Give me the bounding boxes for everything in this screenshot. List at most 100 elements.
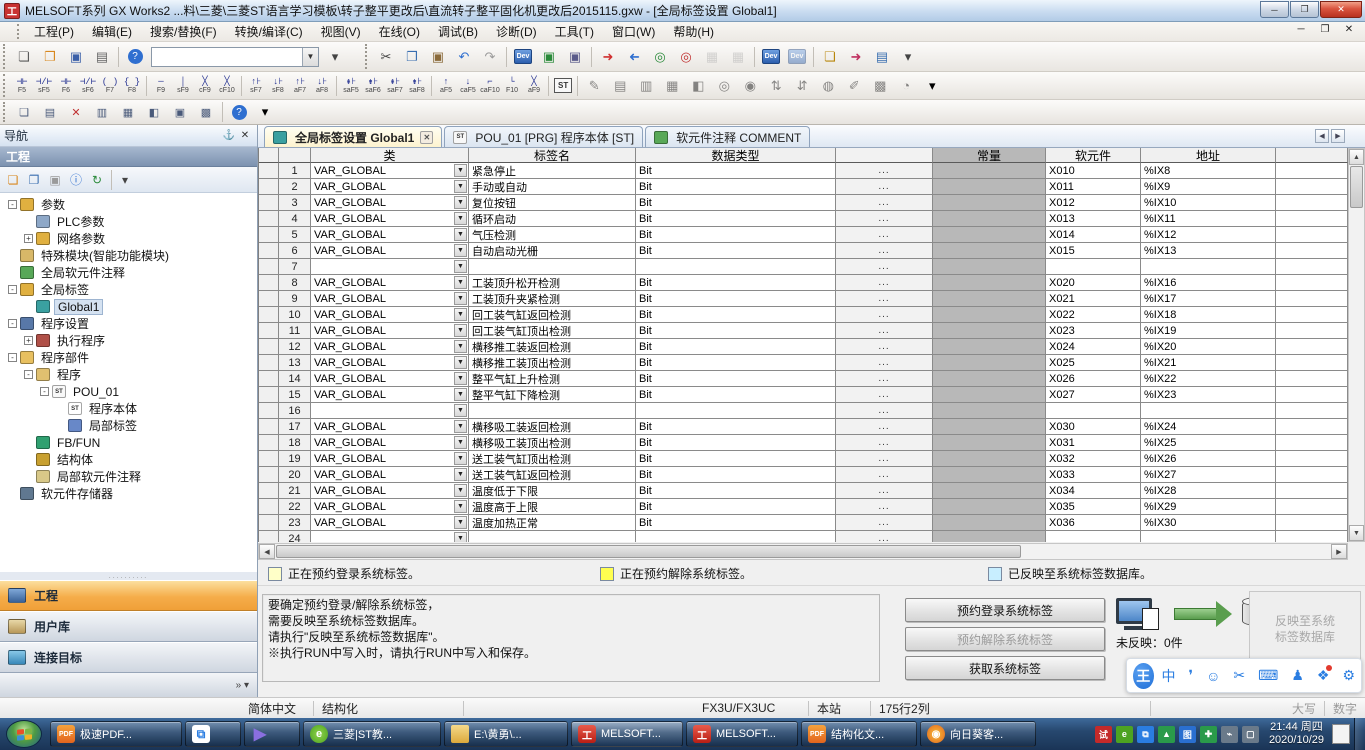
nav-button-userlib[interactable]: 用户库 — [0, 611, 257, 642]
window-tool-8-icon[interactable]: ▩ — [194, 100, 218, 124]
paste-icon[interactable]: ▣ — [426, 45, 450, 69]
copy-icon[interactable]: ❐ — [400, 45, 424, 69]
mdi-minimize-button[interactable]: ─ — [1293, 24, 1309, 35]
class-dropdown-icon[interactable]: ▼ — [454, 500, 467, 513]
cell-data-type[interactable]: Bit — [636, 483, 836, 499]
help-icon[interactable]: ? — [123, 45, 147, 69]
tab-scroll-left-icon[interactable]: ◀ — [1315, 129, 1329, 143]
cell-class[interactable]: VAR_GLOBAL▼ — [311, 435, 469, 451]
tab-scroll-right-icon[interactable]: ▶ — [1331, 129, 1345, 143]
cell-label-name[interactable] — [469, 403, 636, 419]
cell-address[interactable]: %IX9 — [1141, 179, 1276, 195]
paste-data-icon[interactable]: ▣ — [45, 170, 65, 190]
cell-data-type[interactable] — [636, 259, 836, 275]
cell-data-type[interactable]: Bit — [636, 179, 836, 195]
cell-device[interactable]: X010 — [1046, 163, 1141, 179]
cell-address[interactable]: %IX10 — [1141, 195, 1276, 211]
toolbar-overflow-icon[interactable]: ▾ — [253, 100, 277, 124]
window-tool-6-icon[interactable]: ◧ — [142, 100, 166, 124]
taskbar-button-MELSOFT[interactable]: 工MELSOFT... — [571, 721, 683, 747]
tree-expander-icon[interactable]: + — [24, 234, 33, 243]
menu-item-o[interactable]: 在线(O) — [370, 21, 429, 42]
cell-label-name[interactable]: 送工装气缸返回检测 — [469, 467, 636, 483]
cell-class[interactable]: VAR_GLOBAL▼ — [311, 467, 469, 483]
edit-tool-7-icon[interactable]: ◉ — [738, 74, 762, 98]
cell-label-name[interactable] — [469, 259, 636, 275]
chinese-mode-icon[interactable]: 中 — [1162, 666, 1176, 686]
cell-class[interactable]: VAR_GLOBAL▼ — [311, 451, 469, 467]
dev-display-off-icon[interactable]: Dev — [785, 45, 809, 69]
ladder-symbol-sF5-button[interactable]: ⊣/⊢sF5 — [33, 74, 55, 98]
toolbar-overflow-icon[interactable]: ▾ — [323, 45, 347, 69]
taskbar-clock[interactable]: 21:44 周四 2020/10/29 — [1269, 721, 1324, 747]
data-type-browse-button[interactable]: ... — [836, 451, 933, 467]
taskbar-button-ST[interactable]: e三菱|ST教... — [303, 721, 441, 747]
power-plug-icon[interactable]: ⌁ — [1221, 726, 1238, 743]
tree-item-PLC[interactable]: PLC参数 — [2, 213, 257, 230]
edit-tool-3-icon[interactable]: ▥ — [634, 74, 658, 98]
cell-label-name[interactable] — [469, 531, 636, 542]
cell-class[interactable]: VAR_GLOBAL▼ — [311, 515, 469, 531]
vscroll-thumb[interactable] — [1350, 166, 1363, 208]
cell-address[interactable]: %IX24 — [1141, 419, 1276, 435]
tree-expander-icon[interactable]: - — [8, 319, 17, 328]
io-monitor-icon[interactable]: ▣ — [563, 45, 587, 69]
nav-chevron-button[interactable]: » ▾ — [0, 673, 257, 697]
class-dropdown-icon[interactable]: ▼ — [454, 404, 467, 417]
cell-device[interactable]: X034 — [1046, 483, 1141, 499]
cell-class[interactable]: VAR_GLOBAL▼ — [311, 291, 469, 307]
skin-icon[interactable]: ❖ — [1317, 667, 1330, 684]
cell-data-type[interactable]: Bit — [636, 435, 836, 451]
menu-item-c[interactable]: 转换/编译(C) — [226, 21, 312, 42]
ladder-symbol-sF6-button[interactable]: ⊣/⊢sF6 — [77, 74, 99, 98]
window-tool-1-icon[interactable]: ❏ — [12, 100, 36, 124]
cut-icon[interactable]: ✂ — [374, 45, 398, 69]
ladder-symbol-caF10-button[interactable]: ⌐caF10 — [479, 74, 501, 98]
cell-address[interactable]: %IX17 — [1141, 291, 1276, 307]
health-icon[interactable]: ✚ — [1200, 726, 1217, 743]
menu-item-w[interactable]: 窗口(W) — [603, 21, 664, 42]
data-type-browse-button[interactable]: ... — [836, 435, 933, 451]
scroll-right-icon[interactable]: ▶ — [1331, 544, 1347, 559]
browser-tray-icon[interactable]: e — [1116, 726, 1133, 743]
cell-label-name[interactable]: 温度高于上限 — [469, 499, 636, 515]
cell-address[interactable]: %IX16 — [1141, 275, 1276, 291]
new-data-icon[interactable]: ❏ — [3, 170, 23, 190]
ladder-symbol-F10-button[interactable]: └F10 — [501, 74, 523, 98]
cell-label-name[interactable]: 复位按钮 — [469, 195, 636, 211]
class-dropdown-icon[interactable]: ▼ — [454, 228, 467, 241]
tree-expander-icon[interactable]: - — [8, 200, 17, 209]
ladder-symbol-F7-button[interactable]: ( )F7 — [99, 74, 121, 98]
data-type-browse-button[interactable]: ... — [836, 227, 933, 243]
cell-data-type[interactable]: Bit — [636, 163, 836, 179]
reserve-register-button[interactable]: 预约登录系统标签 — [905, 598, 1105, 622]
ladder-symbol-saF8-button[interactable]: ⇟⊦saF8 — [406, 74, 428, 98]
data-type-browse-button[interactable]: ... — [836, 403, 933, 419]
class-dropdown-icon[interactable]: ▼ — [454, 180, 467, 193]
cell-address[interactable] — [1141, 531, 1276, 542]
doc-generation-icon[interactable]: ❏ — [818, 45, 842, 69]
tree-expander-icon[interactable]: + — [24, 336, 33, 345]
show-desktop-button[interactable] — [1354, 718, 1365, 750]
offline-1-icon[interactable]: ▦ — [700, 45, 724, 69]
cell-class[interactable]: VAR_GLOBAL▼ — [311, 227, 469, 243]
clipboard-icon[interactable]: ✂ — [1233, 667, 1245, 684]
data-type-browse-button[interactable]: ... — [836, 211, 933, 227]
cell-device[interactable]: X013 — [1046, 211, 1141, 227]
save-project-icon[interactable]: ▣ — [64, 45, 88, 69]
class-dropdown-icon[interactable]: ▼ — [454, 356, 467, 369]
cell-data-type[interactable]: Bit — [636, 387, 836, 403]
cell-label-name[interactable]: 横移吸工装返回检测 — [469, 419, 636, 435]
ladder-symbol-aF5-button[interactable]: ↑aF5 — [435, 74, 457, 98]
cell-label-name[interactable]: 送工装气缸顶出检测 — [469, 451, 636, 467]
mdi-restore-button[interactable]: ❐ — [1317, 24, 1333, 35]
class-dropdown-icon[interactable]: ▼ — [454, 484, 467, 497]
emoji-icon[interactable]: ☺ — [1206, 668, 1220, 684]
taskbar-button-MELSOFT[interactable]: 工MELSOFT... — [686, 721, 798, 747]
cell-class[interactable]: VAR_GLOBAL▼ — [311, 387, 469, 403]
cell-device[interactable]: X027 — [1046, 387, 1141, 403]
parameter-check-icon[interactable]: ➜ — [844, 45, 868, 69]
copy-data-icon[interactable]: ❐ — [24, 170, 44, 190]
class-dropdown-icon[interactable]: ▼ — [454, 164, 467, 177]
scroll-left-icon[interactable]: ◀ — [259, 544, 275, 559]
